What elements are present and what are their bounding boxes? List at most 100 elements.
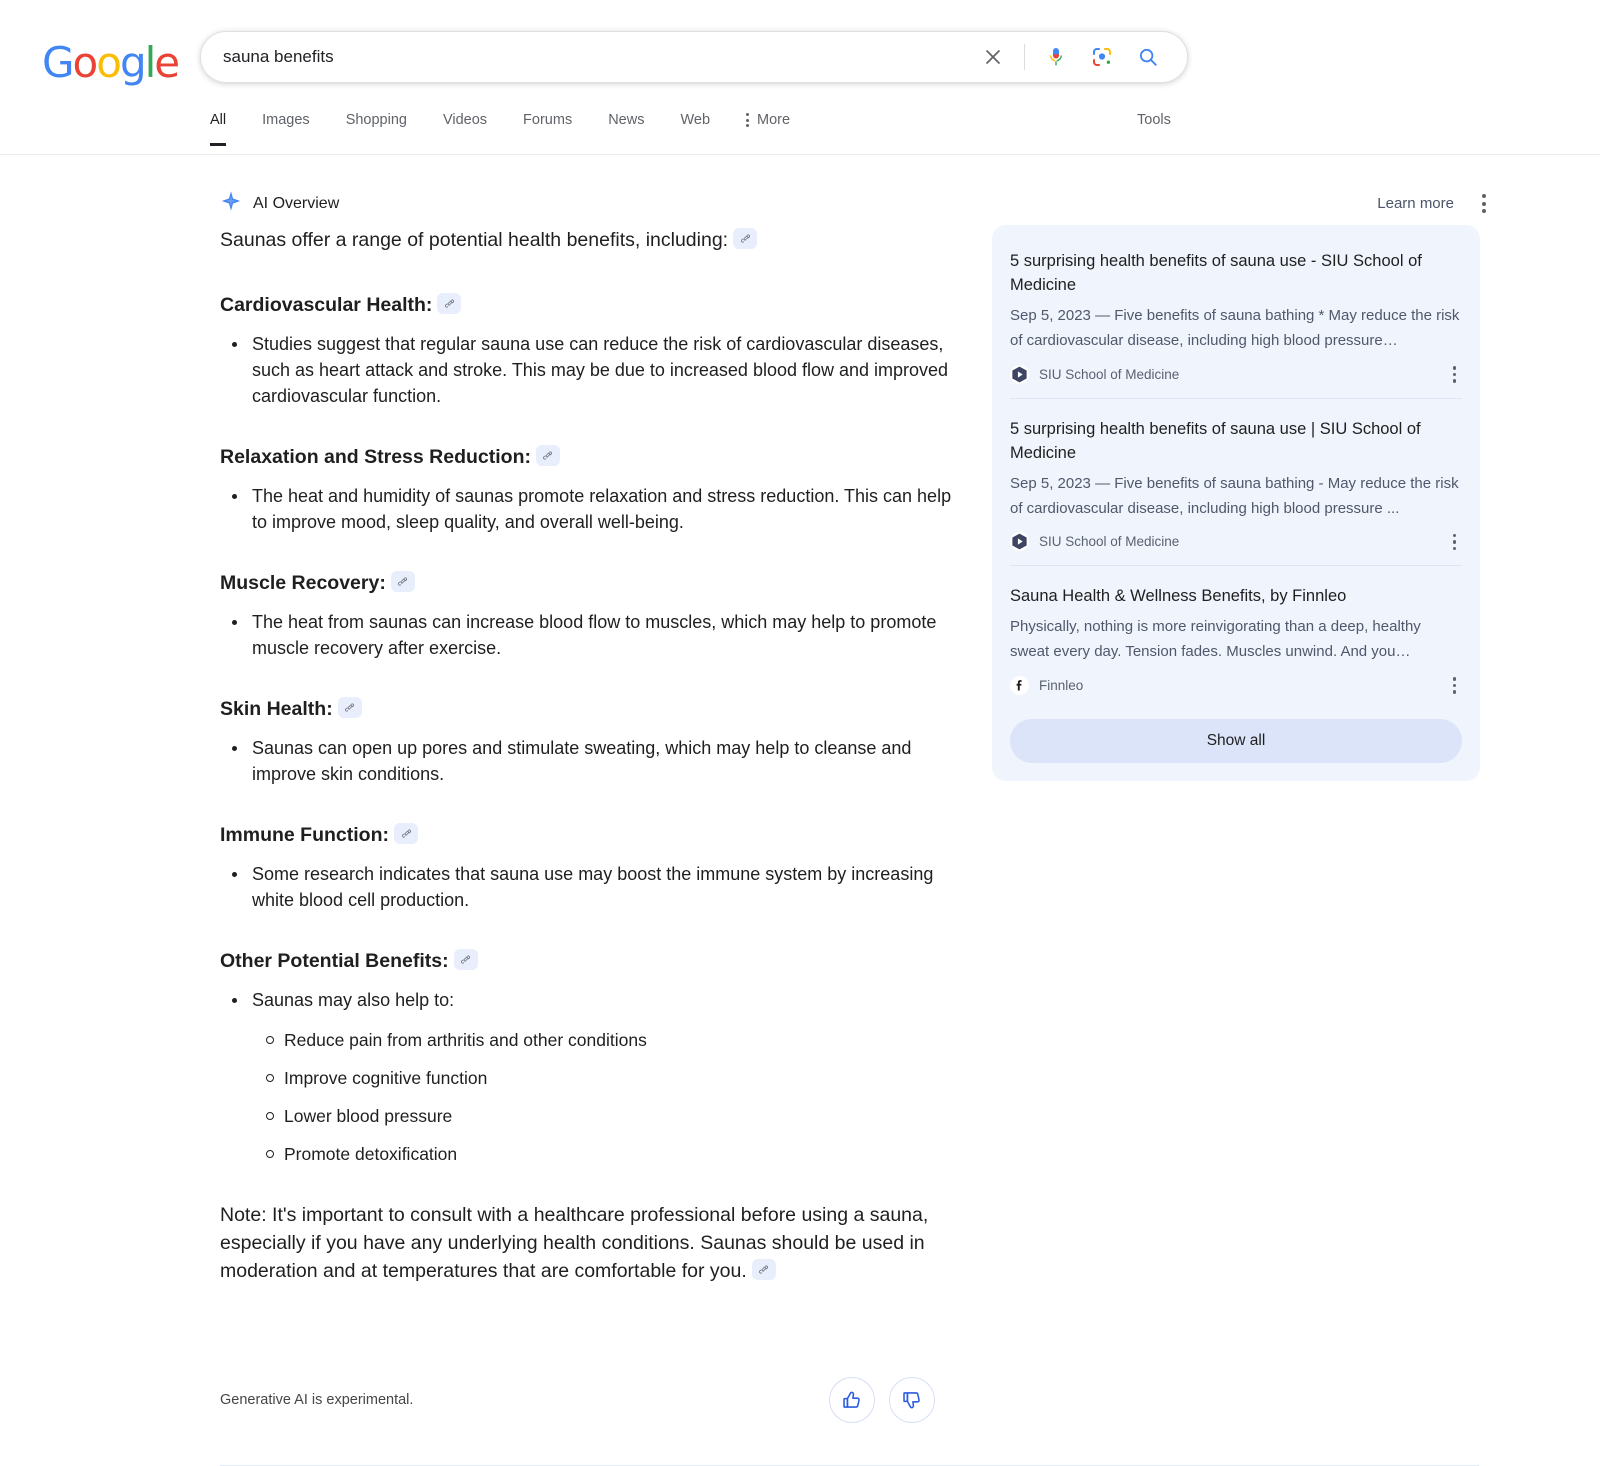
sources-panel: 5 surprising health benefits of sauna us… <box>992 225 1480 781</box>
section-heading: Cardiovascular Health: <box>220 291 960 319</box>
link-icon[interactable] <box>337 697 362 719</box>
section-other-potential-benefits: Other Potential Benefits: Saunas may als… <box>220 947 960 1167</box>
siu-hexagon-icon <box>1010 364 1029 384</box>
close-icon[interactable] <box>970 34 1016 80</box>
tab-label: News <box>608 112 645 128</box>
more-options-icon[interactable] <box>1447 531 1463 554</box>
tab-label: All <box>210 112 227 128</box>
lead-text: Saunas offer a range of potential health… <box>220 229 729 251</box>
tab-videos[interactable]: Videos <box>425 112 505 146</box>
logo-letter-o2: o <box>96 38 122 87</box>
source-name: SIU School of Medicine <box>1039 366 1180 382</box>
more-options-icon[interactable] <box>1447 674 1463 697</box>
list-item: The heat and humidity of saunas promote … <box>232 483 960 535</box>
search-bar-icons <box>970 34 1187 80</box>
ai-overview-title: AI Overview <box>253 194 340 212</box>
more-options-icon[interactable] <box>1478 190 1490 217</box>
generative-ai-disclaimer: Generative AI is experimental. <box>220 1392 414 1408</box>
divider <box>1024 44 1025 70</box>
source-card[interactable]: 5 surprising health benefits of sauna us… <box>1010 241 1462 398</box>
section-heading-text: Skin Health: <box>220 698 333 720</box>
link-icon[interactable] <box>390 571 415 593</box>
link-icon[interactable] <box>453 949 478 971</box>
section-heading: Immune Function: <box>220 821 960 849</box>
tab-more[interactable]: More <box>728 112 808 146</box>
google-logo[interactable]: Google <box>42 38 180 87</box>
logo-letter-e: e <box>154 38 180 87</box>
tab-label: Images <box>262 112 310 128</box>
logo-letter-g2: g <box>119 38 147 87</box>
source-name: Finnleo <box>1039 677 1084 693</box>
tab-label: Shopping <box>345 112 407 128</box>
tools-label: Tools <box>1137 112 1171 128</box>
search-icon[interactable] <box>1125 34 1171 80</box>
source-title[interactable]: 5 surprising health benefits of sauna us… <box>1010 417 1462 465</box>
section-heading: Skin Health: <box>220 695 960 723</box>
more-options-icon <box>746 113 750 127</box>
source-snippet: Sep 5, 2023 — Five benefits of sauna bat… <box>1010 307 1460 349</box>
ai-sparkle-icon <box>220 190 242 217</box>
section-heading-text: Other Potential Benefits: <box>220 950 449 972</box>
section-bullets: The heat from saunas can increase blood … <box>220 609 960 661</box>
section-cardiovascular-health: Cardiovascular Health: Studies suggest t… <box>220 291 960 409</box>
section-muscle-recovery: Muscle Recovery: The heat from saunas ca… <box>220 569 960 661</box>
list-item: The heat from saunas can increase blood … <box>232 609 960 661</box>
tab-forums[interactable]: Forums <box>505 112 590 146</box>
link-icon[interactable] <box>733 228 758 250</box>
ai-overview-actions: Learn more <box>1377 190 1490 217</box>
tab-label: More <box>757 112 791 128</box>
tab-news[interactable]: News <box>590 112 662 146</box>
section-heading: Muscle Recovery: <box>220 569 960 597</box>
tab-label: Videos <box>442 112 488 128</box>
show-all-button[interactable]: Show all <box>1010 718 1462 763</box>
search-header: Google sauna benefits All Images Shoppin… <box>0 0 1600 155</box>
list-item: Improve cognitive function <box>266 1065 960 1091</box>
thumbs-up-icon[interactable] <box>829 1377 875 1423</box>
search-tabs: All Images Shopping Videos Forums News W… <box>200 112 808 146</box>
section-bullets: Saunas can open up pores and stimulate s… <box>220 735 960 787</box>
siu-hexagon-icon <box>1010 532 1029 552</box>
sub-bullets: Reduce pain from arthritis and other con… <box>252 1027 960 1167</box>
list-item: Lower blood pressure <box>266 1103 960 1129</box>
tab-label: Web <box>680 112 711 128</box>
source-title[interactable]: 5 surprising health benefits of sauna us… <box>1010 249 1462 297</box>
thumbs-down-icon[interactable] <box>889 1377 935 1423</box>
search-bar[interactable] <box>200 31 1188 83</box>
section-bullets: The heat and humidity of saunas promote … <box>220 483 960 535</box>
section-heading: Relaxation and Stress Reduction: <box>220 443 960 471</box>
logo-letter-g1: G <box>42 38 75 87</box>
logo-letter-o1: o <box>72 38 99 87</box>
more-options-icon[interactable] <box>1447 363 1463 386</box>
list-item: Studies suggest that regular sauna use c… <box>232 331 960 409</box>
microphone-icon[interactable] <box>1033 34 1079 80</box>
search-input[interactable] <box>201 47 970 67</box>
ai-overview-header: AI Overview <box>220 190 339 217</box>
link-icon[interactable] <box>535 445 560 467</box>
section-immune-function: Immune Function: Some research indicates… <box>220 821 960 913</box>
list-item: Promote detoxification <box>266 1141 960 1167</box>
google-lens-icon[interactable] <box>1079 34 1125 80</box>
source-snippet: Sep 5, 2023 — Five benefits of sauna bat… <box>1010 474 1459 517</box>
tab-label: Forums <box>523 112 573 128</box>
tab-images[interactable]: Images <box>244 112 328 146</box>
list-item-text: Saunas may also help to: <box>252 990 455 1010</box>
source-title[interactable]: Sauna Health & Wellness Benefits, by Fin… <box>1010 584 1462 608</box>
source-meta: SIU School of Medicine <box>1010 531 1462 554</box>
link-icon[interactable] <box>751 1259 776 1281</box>
source-card[interactable]: 5 surprising health benefits of sauna us… <box>1010 397 1462 566</box>
section-heading-text: Muscle Recovery: <box>220 572 386 594</box>
section-relaxation-stress-reduction: Relaxation and Stress Reduction: The hea… <box>220 443 960 535</box>
section-heading-text: Immune Function: <box>220 824 389 846</box>
list-item: Some research indicates that sauna use m… <box>232 861 960 913</box>
tab-all[interactable]: All <box>200 112 244 146</box>
source-card[interactable]: Sauna Health & Wellness Benefits, by Fin… <box>1010 565 1462 709</box>
section-skin-health: Skin Health: Saunas can open up pores an… <box>220 695 960 787</box>
learn-more-link[interactable]: Learn more <box>1377 195 1454 212</box>
source-meta: SIU School of Medicine <box>1010 363 1462 386</box>
link-icon[interactable] <box>394 823 418 845</box>
tools-button[interactable]: Tools <box>1137 112 1171 128</box>
tab-web[interactable]: Web <box>662 112 728 146</box>
tab-shopping[interactable]: Shopping <box>328 112 425 146</box>
link-icon[interactable] <box>437 293 462 315</box>
list-item: Saunas may also help to: Reduce pain fro… <box>232 987 960 1167</box>
